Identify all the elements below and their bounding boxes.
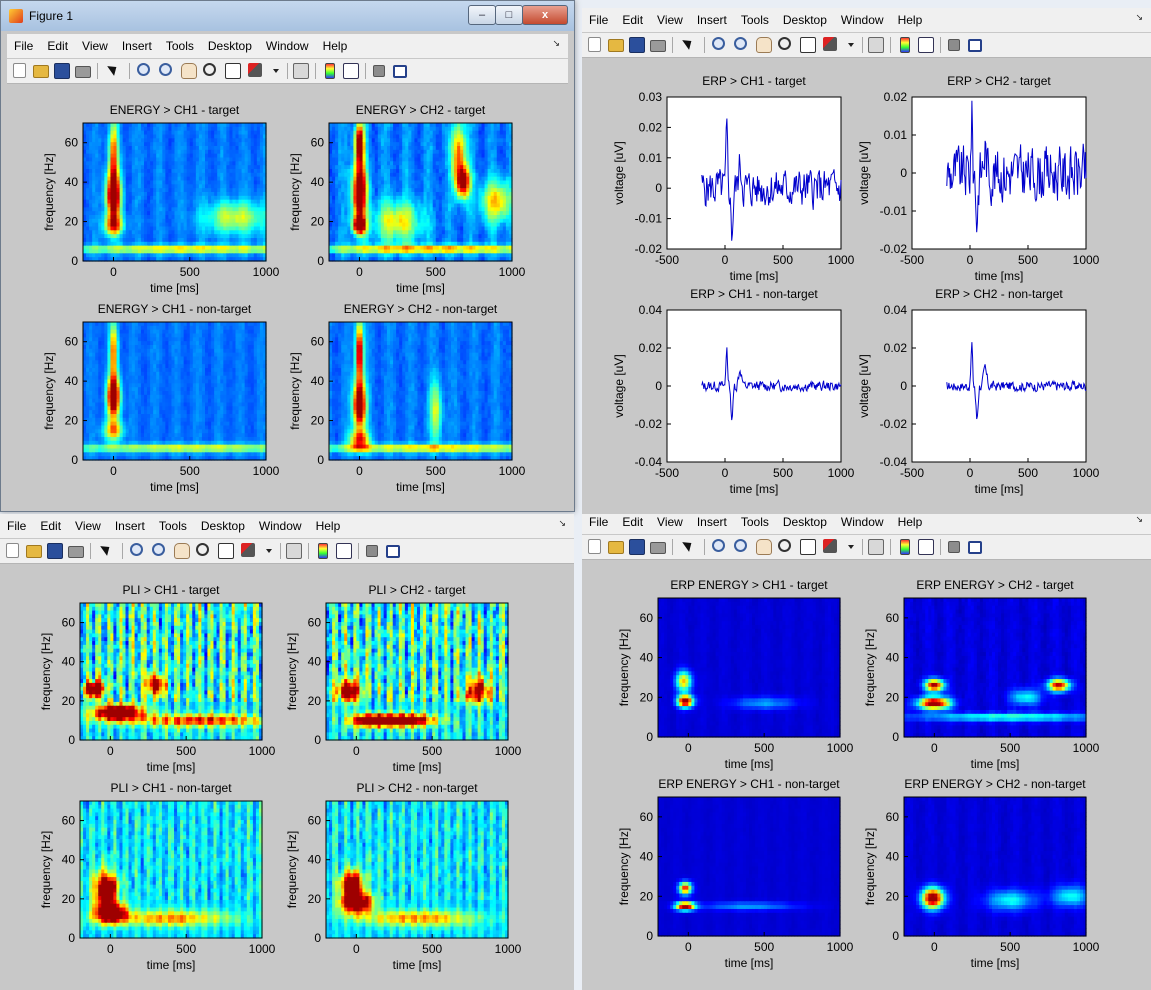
toolbar-separator	[365, 63, 366, 79]
figure-toolbar	[7, 59, 568, 84]
y-axis-label: frequency [Hz]	[42, 153, 56, 230]
pan-icon[interactable]	[181, 63, 197, 79]
close-button[interactable]: x	[522, 5, 568, 25]
plot-title: ENERGY > CH1 - target	[110, 103, 240, 117]
insert-colorbar-icon[interactable]	[325, 63, 335, 79]
toolbar-separator	[129, 63, 130, 79]
y-axis-label: frequency [Hz]	[288, 153, 302, 230]
menu-view[interactable]: View	[75, 34, 115, 58]
figure-canvas: 0 500 1000 60 40 20 0 ENERGY > CH1 - target time…	[7, 85, 568, 505]
menu-insert[interactable]: Insert	[115, 34, 159, 58]
show-plot-tools-icon[interactable]	[393, 65, 407, 78]
x-tick-label: 1000	[499, 265, 526, 279]
menu-help[interactable]: Help	[316, 34, 355, 58]
y-tick-label: 40	[65, 175, 79, 189]
menu-edit[interactable]: Edit	[40, 34, 75, 58]
toolbar-separator	[315, 63, 316, 79]
y-tick-label: 60	[311, 136, 325, 150]
dock-arrow-icon[interactable]: ↘	[552, 38, 560, 49]
menu-desktop[interactable]: Desktop	[201, 34, 259, 58]
open-file-icon[interactable]	[33, 65, 49, 78]
x-axis-label: time [ms]	[396, 281, 445, 295]
x-axis-label: time [ms]	[150, 281, 199, 295]
menu-bar: File Edit View Insert Tools Desktop Window Help…	[7, 34, 568, 58]
brush-dropdown-icon[interactable]	[273, 69, 279, 73]
hide-plot-tools-icon[interactable]	[373, 65, 385, 77]
insert-legend-icon[interactable]	[343, 63, 359, 79]
menu-tools[interactable]: Tools	[159, 34, 201, 58]
heatmap-cells	[83, 123, 267, 262]
x-tick-label: 0	[110, 265, 117, 279]
print-icon[interactable]	[75, 66, 91, 78]
y-tick-label: 20	[311, 215, 325, 229]
matlab-figure-icon	[9, 9, 23, 23]
x-tick-label: 500	[180, 265, 200, 279]
figure-window-energy: Figure 1 – □ x File Edit View Insert Tools De…	[0, 0, 575, 512]
data-cursor-icon[interactable]	[225, 63, 241, 79]
new-figure-icon[interactable]	[13, 63, 26, 78]
zoom-out-icon[interactable]	[159, 63, 172, 76]
edit-plot-arrow-icon[interactable]	[107, 63, 121, 77]
save-icon[interactable]	[54, 63, 70, 79]
x-tick-label: 1000	[253, 265, 280, 279]
rotate-3d-icon[interactable]	[203, 63, 216, 76]
toolbar-separator	[97, 63, 98, 79]
menu-file[interactable]: File	[7, 34, 40, 58]
heatmap-cells	[83, 322, 267, 461]
plot-title: ENERGY > CH2 - target	[356, 103, 486, 117]
link-plot-icon[interactable]	[293, 63, 309, 79]
minimize-button[interactable]: –	[468, 5, 496, 25]
maximize-button[interactable]: □	[495, 5, 523, 25]
toolbar-separator	[287, 63, 288, 79]
brush-icon[interactable]	[248, 63, 262, 77]
y-tick-label: 40	[311, 175, 325, 189]
x-tick-label: 0	[356, 265, 363, 279]
zoom-in-icon[interactable]	[137, 63, 150, 76]
y-tick-label: 0	[317, 254, 324, 268]
menu-window[interactable]: Window	[259, 34, 316, 58]
y-tick-label: 60	[65, 136, 79, 150]
plot-canvas: 0 500 1000 60 40 20 0 ENERGY > CH1 - target time…	[42, 103, 526, 494]
y-tick-label: 0	[71, 254, 78, 268]
y-tick-label: 20	[65, 215, 79, 229]
x-tick-label: 500	[426, 265, 446, 279]
window-title: Figure 1	[29, 9, 73, 23]
heatmap-cells	[329, 123, 513, 262]
title-bar[interactable]: Figure 1 – □ x	[1, 1, 574, 31]
